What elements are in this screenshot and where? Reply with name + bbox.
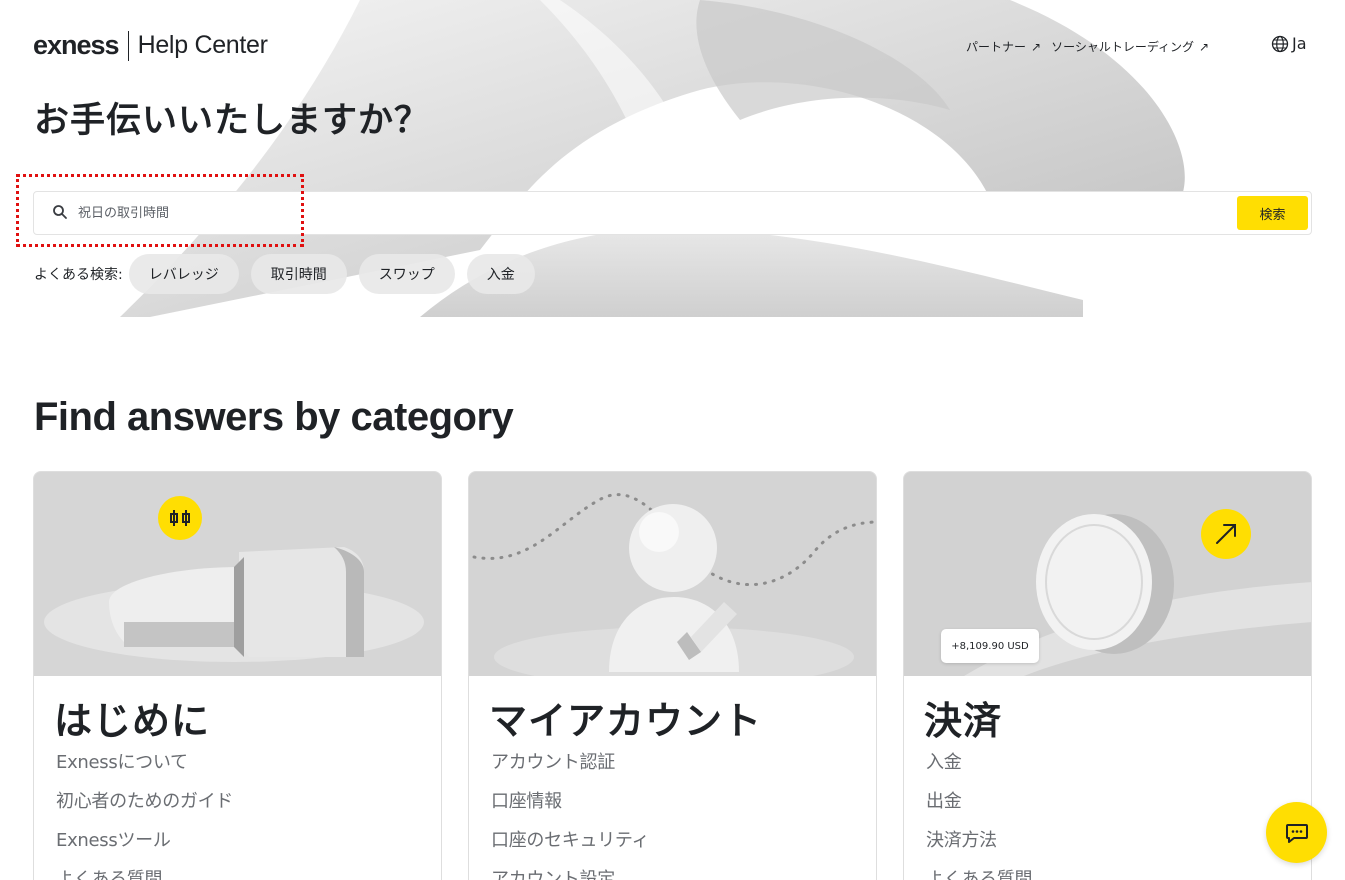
card-link[interactable]: 口座のセキュリティ bbox=[491, 828, 650, 867]
logo[interactable]: exness Help Center bbox=[33, 30, 268, 61]
card-link[interactable]: Exnessツール bbox=[56, 828, 233, 867]
search-icon bbox=[53, 205, 67, 219]
card-illustration bbox=[469, 472, 876, 676]
logo-wordmark: exness bbox=[33, 30, 120, 60]
nav-link-label: パートナー bbox=[966, 40, 1027, 54]
card-link[interactable]: 初心者のためのガイド bbox=[56, 789, 233, 828]
globe-icon bbox=[1271, 35, 1289, 52]
card-links: 入金 出金 決済方法 よくある質問 bbox=[926, 750, 1033, 880]
arrow-up-right-icon: ↗ bbox=[1031, 39, 1042, 54]
category-card-getting-started[interactable]: はじめに Exnessについて 初心者のためのガイド Exnessツール よくあ… bbox=[33, 471, 442, 880]
card-link[interactable]: 出金 bbox=[926, 789, 1032, 828]
card-link[interactable]: アカウント設定 bbox=[491, 867, 649, 880]
language-label: Ja bbox=[1292, 34, 1307, 53]
card-link[interactable]: 決済方法 bbox=[926, 828, 1032, 867]
language-selector[interactable]: Ja bbox=[1271, 34, 1307, 53]
top-nav: パートナー ↗ ソーシャルトレーディング ↗ bbox=[966, 38, 1219, 55]
nav-link-partner[interactable]: パートナー ↗ bbox=[966, 38, 1041, 55]
page-title: お手伝いいたしますか？ bbox=[34, 101, 431, 141]
amount-badge: +8,109.90 USD bbox=[941, 629, 1039, 663]
category-card-my-account[interactable]: マイアカウント アカウント認証 口座情報 口座のセキュリティ アカウント設定 bbox=[468, 471, 877, 880]
card-title: マイアカウント bbox=[489, 699, 763, 743]
card-link[interactable]: Exnessについて bbox=[56, 750, 233, 789]
search-button[interactable]: 検索 bbox=[1237, 196, 1308, 230]
search-input[interactable] bbox=[78, 202, 1218, 224]
card-links: アカウント認証 口座情報 口座のセキュリティ アカウント設定 bbox=[491, 750, 650, 880]
category-card-payments[interactable]: +8,109.90 USD 決済 入金 出金 決済方法 よくある質問 bbox=[903, 471, 1312, 880]
popular-chip-trading-hours[interactable]: 取引時間 bbox=[250, 254, 347, 294]
candlestick-icon bbox=[158, 496, 202, 540]
popular-chip-leverage[interactable]: レバレッジ bbox=[128, 254, 239, 294]
card-title: はじめに bbox=[54, 699, 211, 743]
popular-chip-swap[interactable]: スワップ bbox=[358, 254, 455, 294]
popular-searches: よくある検索: レバレッジ 取引時間 スワップ 入金 bbox=[34, 254, 547, 294]
popular-searches-label: よくある検索: bbox=[34, 267, 123, 283]
card-link[interactable]: よくある質問 bbox=[926, 867, 1033, 880]
popular-chip-deposit[interactable]: 入金 bbox=[466, 254, 535, 294]
card-link[interactable]: よくある質問 bbox=[56, 867, 233, 880]
search-bar: 検索 bbox=[33, 191, 1312, 235]
arrow-up-right-icon: ↗ bbox=[1199, 39, 1210, 54]
card-link[interactable]: 口座情報 bbox=[491, 789, 649, 828]
card-link[interactable]: アカウント認証 bbox=[491, 750, 649, 789]
card-title: 決済 bbox=[924, 699, 1003, 743]
card-link[interactable]: 入金 bbox=[926, 750, 1032, 789]
card-links: Exnessについて 初心者のためのガイド Exnessツール よくある質問 bbox=[56, 750, 233, 880]
chat-button[interactable] bbox=[1266, 802, 1327, 863]
section-title: Find answers by category bbox=[34, 395, 514, 439]
chat-icon bbox=[1285, 823, 1308, 843]
logo-divider bbox=[127, 30, 129, 61]
nav-link-social-trading[interactable]: ソーシャルトレーディング ↗ bbox=[1051, 38, 1209, 55]
card-illustration bbox=[34, 472, 441, 676]
nav-link-label: ソーシャルトレーディング bbox=[1051, 40, 1194, 54]
logo-subtitle: Help Center bbox=[137, 31, 268, 59]
